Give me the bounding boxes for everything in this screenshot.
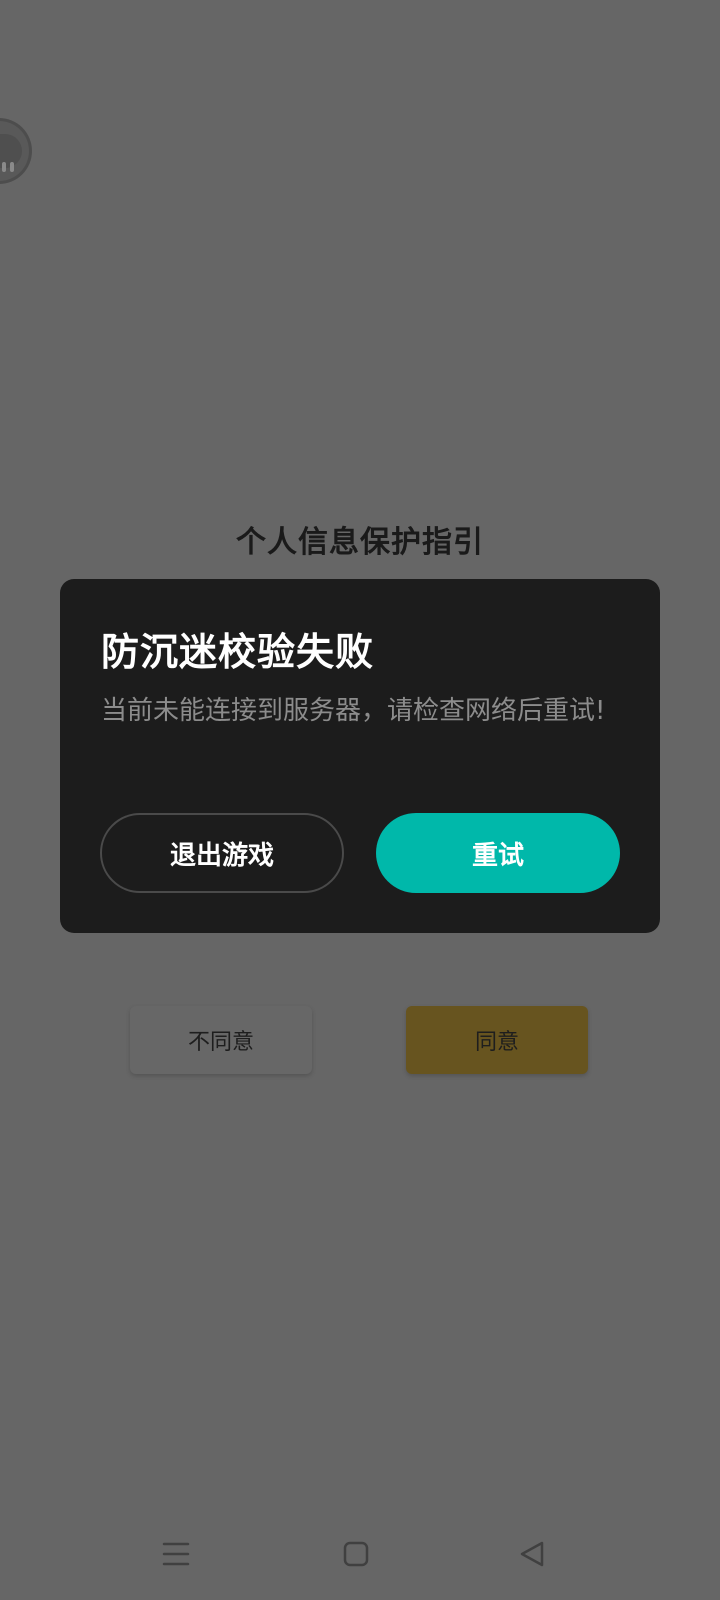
privacy-guide-title: 个人信息保护指引 [236,525,484,560]
home-square-icon [343,1541,369,1567]
nav-home-button[interactable] [296,1508,416,1600]
nav-menu-button[interactable] [116,1508,236,1600]
agree-button[interactable]: 同意 [406,1006,588,1074]
assistant-eye-left [2,162,6,172]
menu-icon [162,1542,190,1566]
assistant-bubble-icon [0,134,22,172]
exit-game-button[interactable]: 退出游戏 [100,813,344,893]
back-triangle-icon [520,1541,544,1567]
nav-back-button[interactable] [472,1508,592,1600]
floating-assistant-button[interactable] [0,118,32,184]
dialog-title: 防沉迷校验失败 [101,630,375,674]
dialog-message: 当前未能连接到服务器，请检查网络后重试! [101,696,606,726]
system-navigation-bar [0,1508,720,1600]
assistant-eye-right [10,162,14,172]
disagree-button[interactable]: 不同意 [130,1006,312,1074]
anti-addiction-error-dialog: 防沉迷校验失败 当前未能连接到服务器，请检查网络后重试! 退出游戏 重试 [60,579,660,933]
retry-button[interactable]: 重试 [376,813,620,893]
